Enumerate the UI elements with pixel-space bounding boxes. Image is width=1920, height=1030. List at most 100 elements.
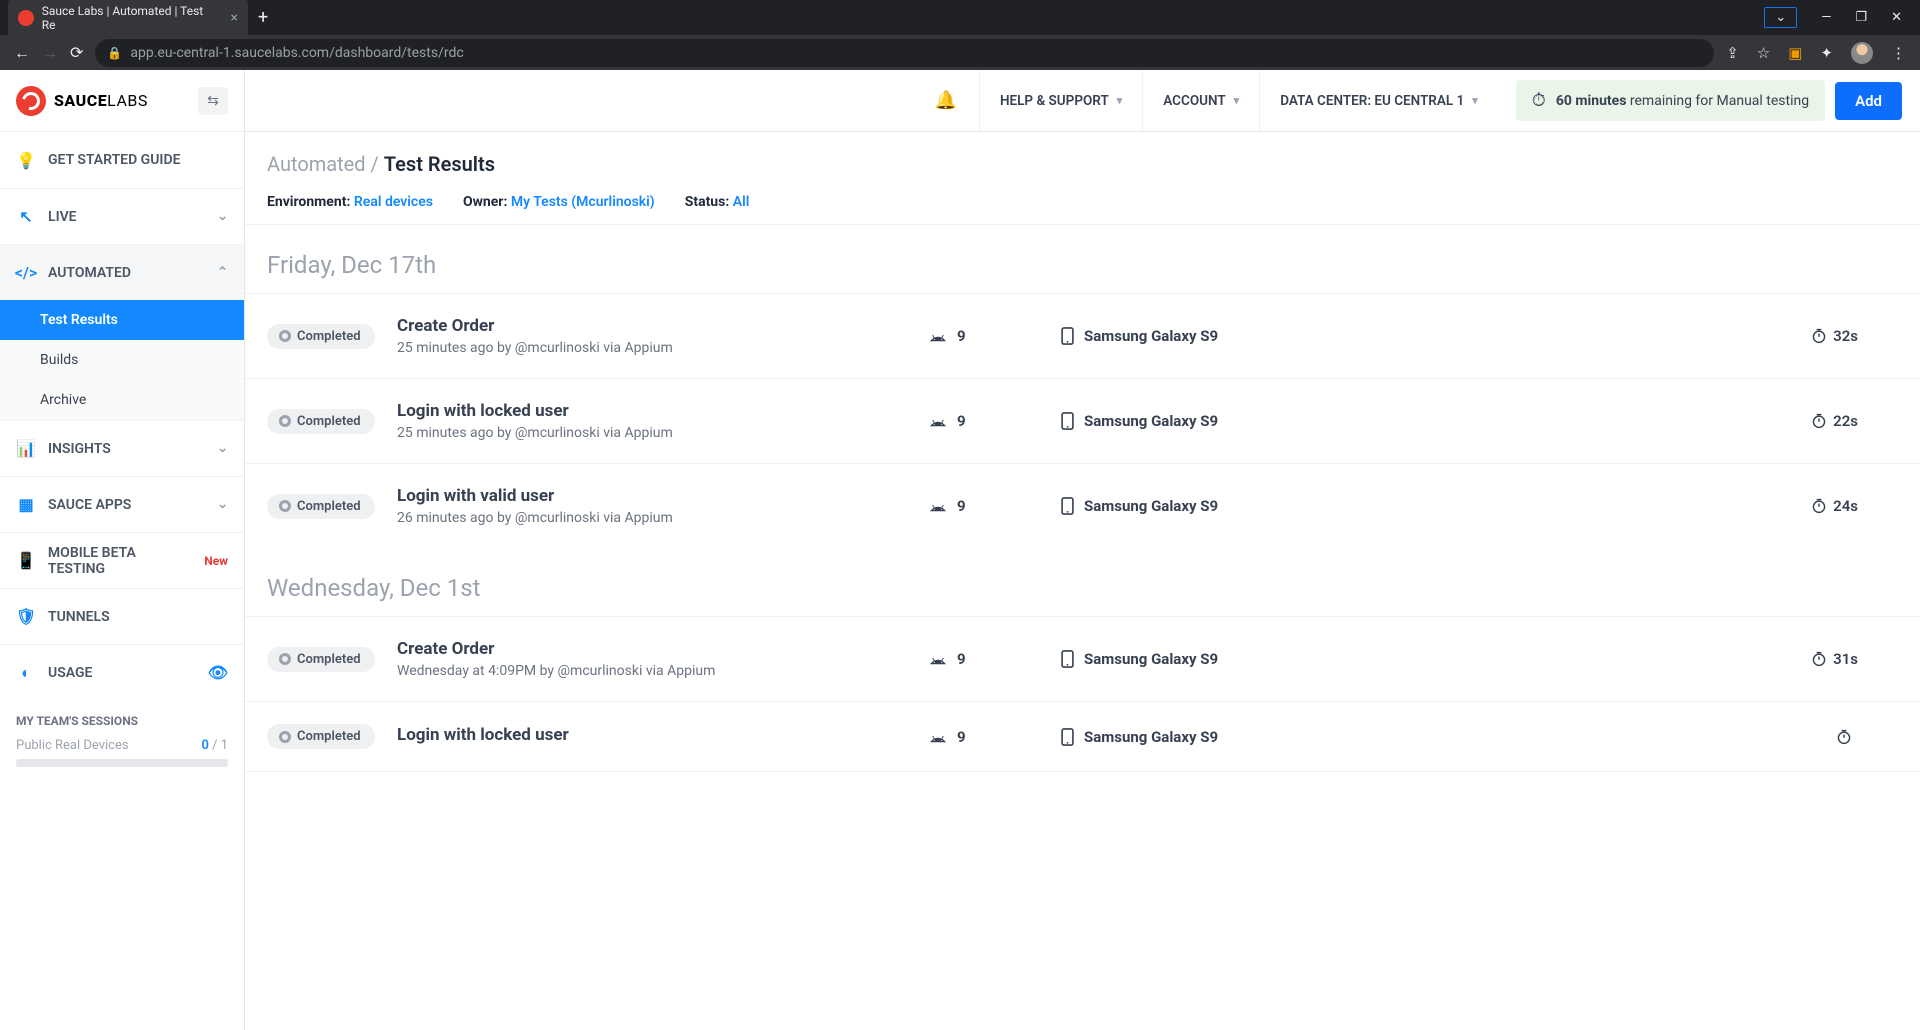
- duration-value: 24s: [1833, 497, 1858, 515]
- sidebar-item-label: SAUCE APPS: [48, 497, 131, 513]
- test-meta: 26 minutes ago by @mcurlinoski via Appiu…: [397, 510, 907, 526]
- sidebar-item-label: INSIGHTS: [48, 441, 111, 457]
- sidebar-item-mobile-beta[interactable]: 📱 MOBILE BETA TESTING New: [0, 532, 244, 588]
- device-column: Samsung Galaxy S9: [1061, 412, 1341, 430]
- os-version: 9: [957, 728, 966, 746]
- status-pill: Completed: [267, 409, 375, 434]
- topbar: 🔔 HELP & SUPPORT ▾ ACCOUNT ▾ DATA CENTER…: [245, 70, 1920, 132]
- test-row[interactable]: CompletedLogin with locked user9Samsung …: [245, 701, 1920, 772]
- duration-value: 32s: [1833, 327, 1858, 345]
- extension-icon-1[interactable]: ▣: [1788, 44, 1802, 62]
- test-row[interactable]: Completed Create OrderWednesday at 4:09PM…: [245, 616, 1920, 701]
- forward-button[interactable]: →: [42, 43, 58, 63]
- eye-off-icon[interactable]: 👁: [208, 663, 228, 682]
- os-column: 9: [929, 412, 1039, 430]
- sidebar-item-tunnels[interactable]: 🛡 TUNNELS: [0, 588, 244, 644]
- url-input[interactable]: 🔒 app.eu-central-1.saucelabs.com/dashboa…: [95, 39, 1714, 67]
- duration-column: 24s: [1811, 497, 1898, 515]
- test-name: Login with locked user: [397, 401, 907, 421]
- reload-button[interactable]: ⟳: [70, 43, 83, 62]
- account-menu[interactable]: ACCOUNT ▾: [1142, 70, 1259, 131]
- test-name: Login with locked user: [397, 725, 907, 745]
- sidebar-sub-test-results[interactable]: Test Results: [0, 300, 244, 340]
- status-label: Completed: [297, 499, 361, 514]
- mobile-icon: [1061, 412, 1074, 430]
- mobile-icon: [1061, 650, 1074, 668]
- os-column: 9: [929, 650, 1039, 668]
- close-window-button[interactable]: ✕: [1891, 10, 1902, 25]
- chevron-down-icon: ⌄: [217, 209, 228, 224]
- device-column: Samsung Galaxy S9: [1061, 728, 1341, 746]
- duration-value: 31s: [1833, 650, 1858, 668]
- maximize-button[interactable]: ❐: [1855, 10, 1867, 25]
- browser-menu-icon[interactable]: ⋮: [1891, 44, 1906, 62]
- filter-owner[interactable]: Owner: My Tests (Mcurlinoski): [463, 194, 655, 210]
- status-label: Completed: [297, 329, 361, 344]
- sidebar-item-label: GET STARTED GUIDE: [48, 152, 180, 168]
- minutes-text: 60 minutes remaining for Manual testing: [1556, 93, 1809, 109]
- mobile-icon: 📱: [16, 551, 36, 570]
- test-info: Create OrderWednesday at 4:09PM by @mcur…: [397, 639, 907, 679]
- collapse-sidebar-button[interactable]: ⇆: [198, 87, 228, 115]
- chevron-up-icon: ⌃: [217, 265, 228, 280]
- sidebar-item-label: LIVE: [48, 209, 77, 225]
- sidebar-item-sauce-apps[interactable]: ▦ SAUCE APPS ⌄: [0, 476, 244, 532]
- os-column: 9: [929, 327, 1039, 345]
- saucelabs-logo-icon: [16, 86, 46, 116]
- logo-row: SAUCELABS ⇆: [0, 70, 244, 132]
- browser-tab[interactable]: Sauce Labs | Automated | Test Re ×: [8, 0, 248, 39]
- stopwatch-icon: [1811, 651, 1827, 667]
- filter-environment[interactable]: Environment: Real devices: [267, 194, 433, 210]
- android-icon: [929, 500, 947, 512]
- test-meta: 25 minutes ago by @mcurlinoski via Appiu…: [397, 425, 907, 441]
- profile-avatar[interactable]: [1851, 42, 1873, 64]
- test-meta: Wednesday at 4:09PM by @mcurlinoski via …: [397, 663, 907, 679]
- sidebar-sub-archive[interactable]: Archive: [0, 380, 244, 420]
- close-tab-icon[interactable]: ×: [231, 10, 238, 26]
- gauge-icon: ◐: [16, 663, 36, 683]
- sidebar-item-label: USAGE: [48, 665, 92, 681]
- back-button[interactable]: ←: [14, 43, 30, 63]
- device-name: Samsung Galaxy S9: [1084, 327, 1218, 345]
- topbar-label: ACCOUNT: [1163, 93, 1225, 109]
- chart-icon: 📊: [16, 439, 36, 458]
- breadcrumb-current: Test Results: [384, 152, 495, 176]
- minimize-button[interactable]: ―: [1821, 10, 1831, 25]
- help-support-menu[interactable]: HELP & SUPPORT ▾: [979, 70, 1142, 131]
- status-label: Completed: [297, 414, 361, 429]
- search-tabs-button[interactable]: ⌄: [1764, 7, 1797, 28]
- add-button[interactable]: Add: [1835, 82, 1902, 120]
- filter-bar: Environment: Real devices Owner: My Test…: [245, 194, 1920, 225]
- status-label: Completed: [297, 652, 361, 667]
- test-row[interactable]: Completed Login with locked user 25 minute…: [245, 378, 1920, 463]
- topbar-label: HELP & SUPPORT: [1000, 93, 1109, 109]
- sidebar: SAUCELABS ⇆ 💡 GET STARTED GUIDE ↖ LIVE ⌄…: [0, 70, 245, 1030]
- sidebar-item-get-started[interactable]: 💡 GET STARTED GUIDE: [0, 132, 244, 188]
- sidebar-item-automated[interactable]: </> AUTOMATED ⌃: [0, 244, 244, 300]
- team-session-count: 0 / 1: [201, 738, 228, 753]
- mobile-icon: [1061, 497, 1074, 515]
- mobile-icon: [1061, 327, 1074, 345]
- android-icon: [929, 653, 947, 665]
- address-bar: ← → ⟳ 🔒 app.eu-central-1.saucelabs.com/d…: [0, 35, 1920, 70]
- android-icon: [929, 731, 947, 743]
- filter-status[interactable]: Status: All: [685, 194, 750, 210]
- sidebar-item-insights[interactable]: 📊 INSIGHTS ⌄: [0, 420, 244, 476]
- android-icon: [929, 415, 947, 427]
- duration-column: 22s: [1811, 412, 1898, 430]
- test-row[interactable]: CompletedLogin with valid user26 minutes…: [245, 463, 1920, 548]
- sidebar-item-usage[interactable]: ◐ USAGE 👁: [0, 644, 244, 700]
- extensions-icon[interactable]: ✦: [1820, 44, 1833, 62]
- share-icon[interactable]: ⇪: [1726, 44, 1739, 62]
- new-tab-button[interactable]: +: [258, 7, 268, 28]
- lock-icon: 🔒: [107, 46, 122, 60]
- sidebar-sub-builds[interactable]: Builds: [0, 340, 244, 380]
- test-row[interactable]: CompletedCreate Order25 minutes ago by @…: [245, 293, 1920, 378]
- notifications-button[interactable]: 🔔: [913, 90, 979, 111]
- sidebar-item-live[interactable]: ↖ LIVE ⌄: [0, 188, 244, 244]
- chevron-down-icon: ▾: [1117, 94, 1123, 107]
- datacenter-menu[interactable]: DATA CENTER: EU CENTRAL 1 ▾: [1259, 70, 1498, 131]
- bookmark-icon[interactable]: ☆: [1757, 44, 1770, 62]
- lightbulb-icon: 💡: [16, 151, 36, 170]
- device-name: Samsung Galaxy S9: [1084, 650, 1218, 668]
